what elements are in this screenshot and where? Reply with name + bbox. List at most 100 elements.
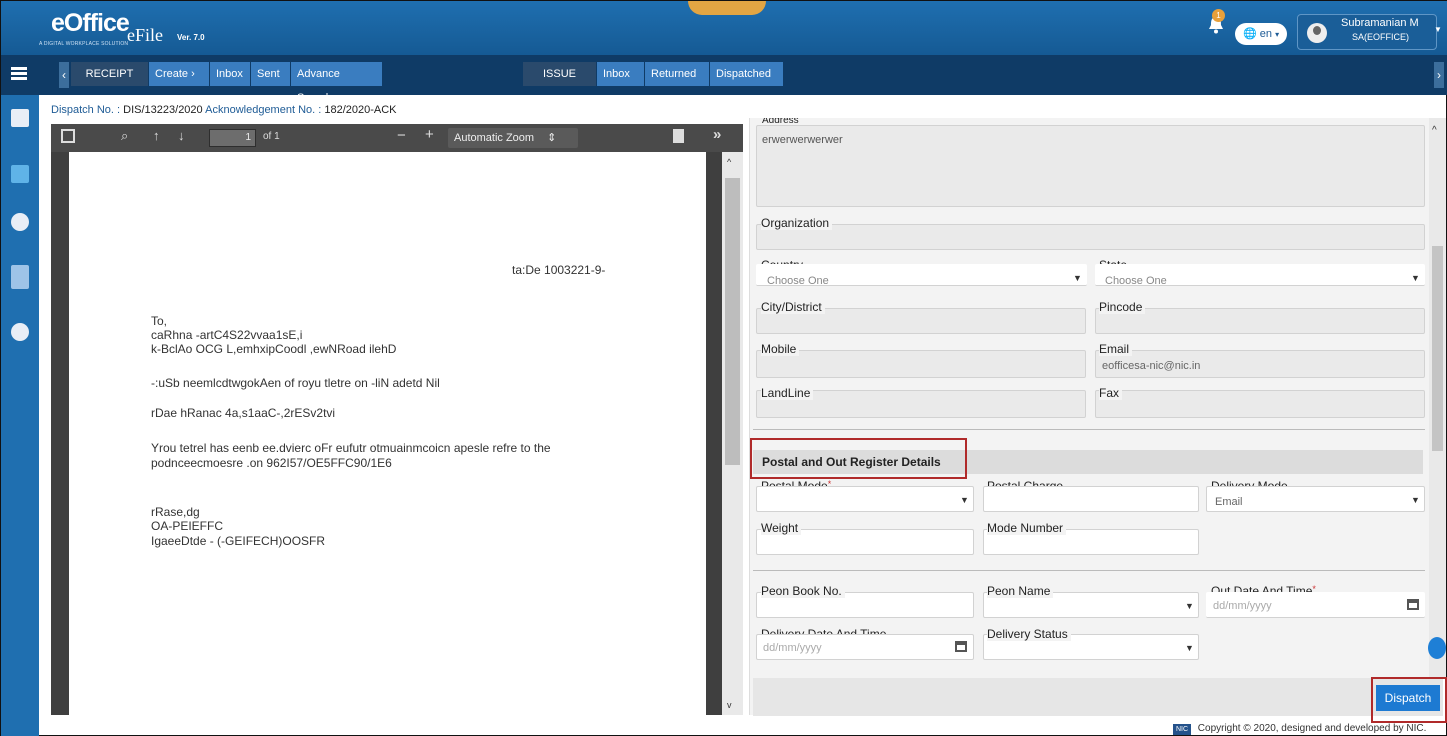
calendar-icon[interactable]	[955, 641, 967, 652]
letter-line: -:uSb neemlcdtwgokAen of royu tletre on …	[151, 376, 440, 390]
user-name: Subramanian M	[1341, 17, 1419, 29]
tab-create[interactable]: Create ›	[149, 62, 210, 86]
user-role: SA(EOFFICE)	[1352, 32, 1410, 42]
form-scroll-thumb[interactable]	[1432, 246, 1443, 451]
settings-icon[interactable]	[11, 323, 29, 341]
tab-receipt[interactable]: RECEIPT	[71, 62, 149, 86]
mobile-label: Mobile	[761, 342, 800, 356]
landline-label: LandLine	[761, 386, 814, 400]
app-name: eFile	[127, 25, 163, 45]
pdf-scroll-thumb[interactable]	[725, 178, 740, 465]
city-label: City/District	[761, 300, 825, 314]
letter-line: rDae hRanac 4a,s1aaC-,2rESv2tvi	[151, 406, 336, 420]
chevron-down-icon: ▼	[1185, 601, 1194, 611]
dashboard-icon[interactable]	[11, 265, 29, 289]
page-total: of 1	[263, 131, 280, 142]
letter-line: To,	[151, 314, 168, 328]
letter-line: rRase,dg	[151, 505, 200, 519]
address-value: erwerwerwerwer	[762, 134, 843, 146]
copyright-text: Copyright © 2020, designed and developed…	[1197, 723, 1427, 734]
scroll-up-icon[interactable]: ^	[727, 157, 731, 167]
pdf-page	[69, 152, 706, 715]
document-properties-icon[interactable]	[673, 129, 684, 143]
fax-label: Fax	[1099, 386, 1123, 400]
zoom-in-icon[interactable]: +	[425, 126, 434, 143]
scroll-left-icon[interactable]: ‹	[59, 62, 69, 88]
dispatch-no-label: Dispatch No. :	[51, 104, 121, 116]
out-date-placeholder: dd/mm/yyyy	[1213, 600, 1272, 612]
letter-line: k-BclAo OCG L,emhxipCoodl ,ewNRoad ilehD	[151, 342, 397, 356]
letter-line: Yrou tetrel has eenb ee.dvierc oFr eufut…	[151, 441, 551, 455]
tab-dispatched[interactable]: Dispatched	[710, 62, 784, 86]
delivery-status-label: Delivery Status	[987, 627, 1071, 641]
sidebar-toggle-icon[interactable]	[61, 129, 75, 143]
zoom-value: Automatic Zoom	[454, 132, 535, 144]
fax-field[interactable]	[1095, 390, 1425, 418]
app-window: eOffice A DIGITAL WORKPLACE SOLUTION eFi…	[0, 0, 1447, 736]
chevron-down-icon: ▼	[1185, 643, 1194, 653]
dispatch-no-value: DIS/13223/2020	[123, 104, 203, 116]
eoffice-logo[interactable]: eOffice	[51, 9, 130, 38]
tab-issue[interactable]: ISSUE	[523, 62, 597, 86]
country-value: Choose One	[767, 275, 829, 287]
address-textarea[interactable]	[756, 125, 1425, 207]
ack-no-value: 182/2020-ACK	[324, 104, 397, 116]
home-icon[interactable]	[11, 213, 29, 231]
chevron-down-icon: ▼	[1411, 495, 1420, 505]
weight-label: Weight	[761, 521, 802, 535]
ack-no-label: Acknowledgement No. :	[205, 104, 322, 116]
form-action-bar	[753, 678, 1443, 716]
collapse-header-tab[interactable]	[688, 1, 766, 15]
letter-line: OA-PEIEFFC	[151, 519, 224, 533]
section-divider	[753, 570, 1425, 571]
highlight-box	[750, 438, 967, 479]
language-value: en	[1259, 28, 1273, 40]
state-value: Choose One	[1105, 275, 1167, 287]
hamburger-menu-icon[interactable]	[11, 65, 27, 83]
remote-assist-icon[interactable]	[1428, 637, 1446, 659]
nic-logo: NIC	[1173, 724, 1191, 735]
next-page-icon[interactable]: ↓	[178, 128, 185, 143]
letter-line: podnceecmoesre .on 962I57/OE5FFC90/1E6	[151, 456, 392, 470]
scroll-up-icon[interactable]: ^	[1432, 125, 1437, 136]
breadcrumb: Dispatch No. : DIS/13223/2020 Acknowledg…	[51, 104, 397, 116]
tools-expand-icon[interactable]: »	[713, 126, 721, 143]
delivery-mode-value: Email	[1215, 496, 1243, 508]
mail-icon[interactable]	[11, 165, 29, 183]
chevron-down-icon: ▼	[1411, 273, 1420, 283]
highlight-box	[1371, 677, 1447, 723]
postal-mode-select[interactable]	[756, 486, 974, 512]
postal-charge-input[interactable]	[983, 486, 1199, 512]
side-rail	[1, 95, 39, 736]
mode-number-label: Mode Number	[987, 521, 1067, 535]
page-number-input[interactable]: 1	[209, 129, 256, 147]
tab-inbox[interactable]: Inbox	[210, 62, 251, 86]
chevron-updown-icon: ⇕	[547, 132, 557, 144]
search-icon[interactable]: ⌕	[121, 128, 128, 144]
file-icon[interactable]	[11, 109, 29, 127]
notification-count-badge: 1	[1212, 9, 1225, 22]
organization-label: Organization	[761, 216, 833, 230]
logo-tagline: A DIGITAL WORKPLACE SOLUTION	[39, 41, 129, 47]
email-value: eofficesa-nic@nic.in	[1102, 360, 1201, 372]
tab-returned[interactable]: Returned	[645, 62, 710, 86]
zoom-out-icon[interactable]: −	[397, 127, 406, 144]
tab-advance-search[interactable]: Advance Search	[291, 62, 383, 104]
tab-sent[interactable]: Sent	[251, 62, 291, 86]
zoom-select[interactable]: Automatic Zoom ⇕	[448, 128, 578, 148]
chevron-down-icon: ▾	[1275, 30, 1280, 39]
tab-issue-inbox[interactable]: Inbox	[597, 62, 645, 86]
calendar-icon[interactable]	[1407, 599, 1419, 610]
pincode-label: Pincode	[1099, 300, 1146, 314]
scroll-down-icon[interactable]: v	[727, 700, 732, 710]
language-selector[interactable]: 🌐 en ▾	[1235, 23, 1287, 45]
app-version: Ver. 7.0	[177, 33, 205, 42]
scroll-right-icon[interactable]: ›	[1434, 62, 1444, 88]
mobile-field[interactable]	[756, 350, 1086, 378]
previous-page-icon[interactable]: ↑	[153, 128, 160, 143]
organization-field[interactable]	[756, 224, 1425, 250]
email-label: Email	[1099, 342, 1133, 356]
footer: NIC Copyright © 2020, designed and devel…	[1173, 723, 1426, 735]
address-label: Address	[762, 118, 799, 124]
delivery-date-placeholder: dd/mm/yyyy	[763, 642, 822, 654]
